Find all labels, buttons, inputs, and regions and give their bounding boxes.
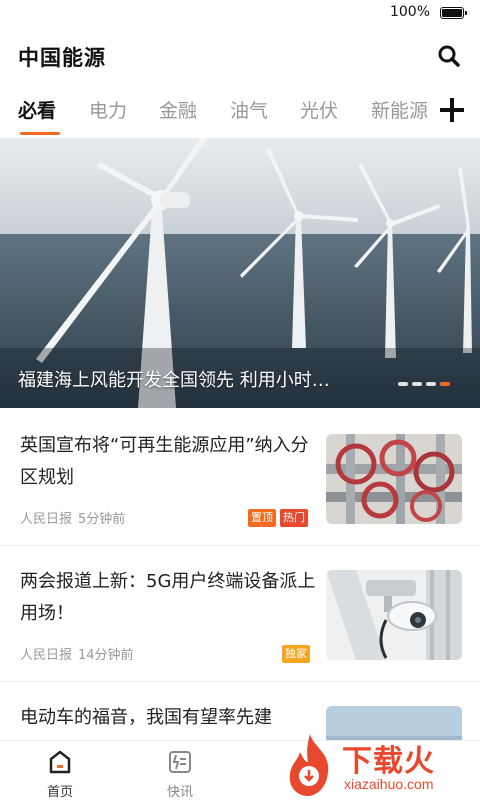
- nav-flash-news-label: 快讯: [166, 785, 193, 800]
- nav-home[interactable]: 首页: [30, 747, 90, 800]
- security-camera-image: [326, 570, 462, 660]
- news-title: 两会报道上新：5G用户终端设备派上用场！: [20, 571, 316, 624]
- badge-hot: 热门: [280, 509, 308, 527]
- app-header: 中国能源: [0, 26, 480, 88]
- featured-banner[interactable]: 福建海上风能开发全国领先 利用小时…: [0, 138, 480, 408]
- badge-pinned: 置顶: [248, 509, 276, 527]
- home-icon: [49, 750, 71, 774]
- carousel-dot: [426, 382, 436, 386]
- tab-jinrong[interactable]: 金融: [159, 96, 197, 123]
- carousel-dot-active: [440, 382, 450, 386]
- news-time: 5分钟前: [78, 512, 126, 527]
- news-item[interactable]: 两会报道上新：5G用户终端设备派上用场！ 人民日报 14分钟前 独家: [0, 546, 480, 682]
- valves-image: [326, 434, 462, 524]
- tab-youqi[interactable]: 油气: [230, 96, 268, 123]
- tab-dianli[interactable]: 电力: [89, 96, 127, 123]
- watermark-url: xiazaihuo.com: [344, 776, 434, 792]
- carousel-dot: [398, 382, 408, 386]
- app-title: 中国能源: [18, 46, 106, 70]
- news-time: 14分钟前: [78, 648, 134, 663]
- flash-news-icon: [169, 751, 191, 773]
- news-source: 人民日报: [20, 512, 73, 527]
- news-badges: 置顶 热门: [244, 506, 308, 527]
- active-tab-indicator: [20, 132, 60, 135]
- tab-guangfu[interactable]: 光伏: [300, 96, 338, 123]
- search-icon[interactable]: [436, 43, 462, 69]
- carousel-dot: [412, 382, 422, 386]
- tab-list: 必看 电力 金融 油气 光伏 新能源: [0, 88, 428, 138]
- carousel-indicator: [398, 382, 462, 388]
- news-badges: 独家: [278, 642, 310, 663]
- news-item[interactable]: 英国宣布将“可再生能源应用”纳入分区规划 人民日报 5分钟前 置顶 热门: [0, 410, 480, 546]
- tab-xinnengyuan[interactable]: 新能源: [371, 96, 428, 123]
- battery-percentage: 100%: [389, 4, 430, 20]
- news-meta: 人民日报 5分钟前: [20, 508, 125, 527]
- category-tabs: 必看 电力 金融 油气 光伏 新能源: [0, 88, 480, 138]
- watermark-logo: 下载火 xiazaihuo.com: [280, 730, 476, 798]
- news-meta: 人民日报 14分钟前: [20, 644, 134, 663]
- battery-icon: [440, 7, 467, 19]
- flame-icon: [289, 734, 329, 796]
- tab-bikan[interactable]: 必看: [18, 96, 56, 123]
- news-title: 电动车的福音，我国有望率先建: [20, 707, 272, 728]
- news-title: 英国宣布将“可再生能源应用”纳入分区规划: [20, 435, 309, 488]
- plus-icon[interactable]: [440, 98, 464, 122]
- banner-caption: 福建海上风能开发全国领先 利用小时…: [18, 370, 330, 391]
- news-source: 人民日报: [20, 648, 73, 663]
- nav-home-label: 首页: [46, 785, 73, 800]
- badge-exclusive: 独家: [282, 645, 310, 663]
- status-bar: 100%: [0, 0, 480, 26]
- watermark-text: 下载火: [342, 744, 435, 779]
- nav-flash-news[interactable]: 快讯: [150, 747, 210, 800]
